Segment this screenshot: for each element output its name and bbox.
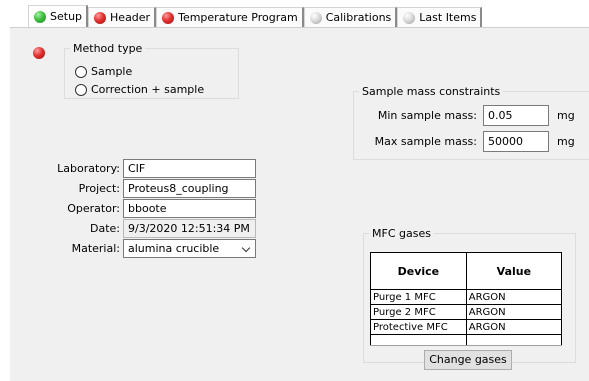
laboratory-field[interactable]: CIF [123, 159, 256, 178]
date-label: Date: [90, 222, 120, 235]
mfc-gases-group: MFC gases Device Value Purge 1 MFC ARGON… [363, 227, 576, 370]
empty-table-row [370, 334, 563, 346]
mfc-gases-legend: MFC gases [372, 227, 431, 240]
operator-row: Operator: bboote [10, 199, 256, 218]
red-status-icon [94, 11, 107, 24]
device-cell[interactable]: Purge 1 MFC [370, 289, 467, 305]
date-row: Date: 9/3/2020 12:51:34 PM [10, 219, 256, 238]
red-status-icon [33, 47, 45, 59]
radio-button[interactable] [75, 65, 87, 78]
project-row: Project: Proteus8_coupling [10, 179, 256, 198]
radio-sample[interactable]: Sample [75, 65, 132, 78]
table-row[interactable]: Purge 2 MFC ARGON [370, 304, 563, 320]
change-gases-button[interactable]: Change gases [424, 350, 512, 370]
min-sample-mass-input[interactable]: 0.05 [483, 105, 549, 126]
gray-status-icon [403, 11, 416, 24]
sample-mass-constraints-legend: Sample mass constraints [362, 85, 501, 98]
tab-temperature-program[interactable]: Temperature Program [156, 7, 304, 27]
tab-temperature-program-label: Temperature Program [178, 11, 298, 24]
table-row[interactable]: Protective MFC ARGON [370, 319, 563, 335]
tab-setup[interactable]: Setup [28, 5, 89, 27]
tab-last-items[interactable]: Last Items [397, 7, 483, 27]
method-type-legend: Method type [73, 42, 143, 55]
max-sample-mass-label: Max sample mass: [374, 135, 477, 148]
device-cell[interactable]: Purge 2 MFC [370, 304, 467, 320]
mfc-gases-table: Device Value Purge 1 MFC ARGON Purge 2 M… [370, 252, 563, 346]
empty-cell [465, 334, 563, 346]
operator-field[interactable]: bboote [123, 199, 256, 218]
table-header-row: Device Value [370, 252, 563, 290]
material-label: Material: [71, 242, 120, 255]
value-cell[interactable]: ARGON [465, 289, 563, 305]
max-sample-mass-unit: mg [557, 135, 575, 148]
operator-label: Operator: [67, 202, 120, 215]
chevron-down-icon[interactable] [241, 243, 251, 253]
device-column-header[interactable]: Device [370, 252, 467, 290]
green-status-icon [34, 10, 46, 23]
max-sample-mass-row: Max sample mass: 50000 mg [354, 131, 575, 152]
value-cell[interactable]: ARGON [465, 319, 563, 335]
project-field[interactable]: Proteus8_coupling [123, 179, 256, 198]
setup-panel: Method type Sample Correction + sample S… [10, 27, 589, 381]
tab-header[interactable]: Header [88, 7, 157, 27]
min-sample-mass-unit: mg [557, 109, 575, 122]
tab-last-items-label: Last Items [419, 11, 477, 24]
min-sample-mass-row: Min sample mass: 0.05 mg [354, 105, 575, 126]
laboratory-row: Laboratory: CIF [10, 159, 256, 178]
radio-correction-sample-label: Correction + sample [91, 83, 205, 96]
table-row[interactable]: Purge 1 MFC ARGON [370, 289, 563, 305]
tab-setup-label: Setup [50, 10, 83, 23]
tab-bar: Setup Header Temperature Program Calibra… [28, 4, 483, 27]
value-column-header[interactable]: Value [465, 252, 563, 290]
radio-sample-label: Sample [91, 65, 133, 78]
device-cell[interactable]: Protective MFC [370, 319, 467, 335]
value-cell[interactable]: ARGON [465, 304, 563, 320]
method-type-group: Method type Sample Correction + sample [64, 42, 239, 99]
sample-mass-constraints-group: Sample mass constraints Min sample mass:… [353, 85, 589, 160]
laboratory-label: Laboratory: [57, 162, 120, 175]
min-sample-mass-label: Min sample mass: [377, 109, 477, 122]
tab-calibrations[interactable]: Calibrations [303, 7, 398, 27]
radio-button[interactable] [75, 83, 87, 96]
tab-header-label: Header [110, 11, 151, 24]
date-field: 9/3/2020 12:51:34 PM [123, 219, 256, 238]
radio-correction-sample[interactable]: Correction + sample [75, 83, 204, 96]
tab-calibrations-label: Calibrations [325, 11, 392, 24]
red-status-icon [162, 11, 175, 24]
material-select[interactable]: alumina crucible [123, 239, 256, 258]
max-sample-mass-input[interactable]: 50000 [483, 131, 549, 152]
material-select-value: alumina crucible [128, 242, 220, 255]
project-label: Project: [78, 182, 120, 195]
material-row: Material: alumina crucible [10, 239, 256, 258]
gray-status-icon [309, 11, 322, 24]
empty-cell [370, 334, 467, 346]
